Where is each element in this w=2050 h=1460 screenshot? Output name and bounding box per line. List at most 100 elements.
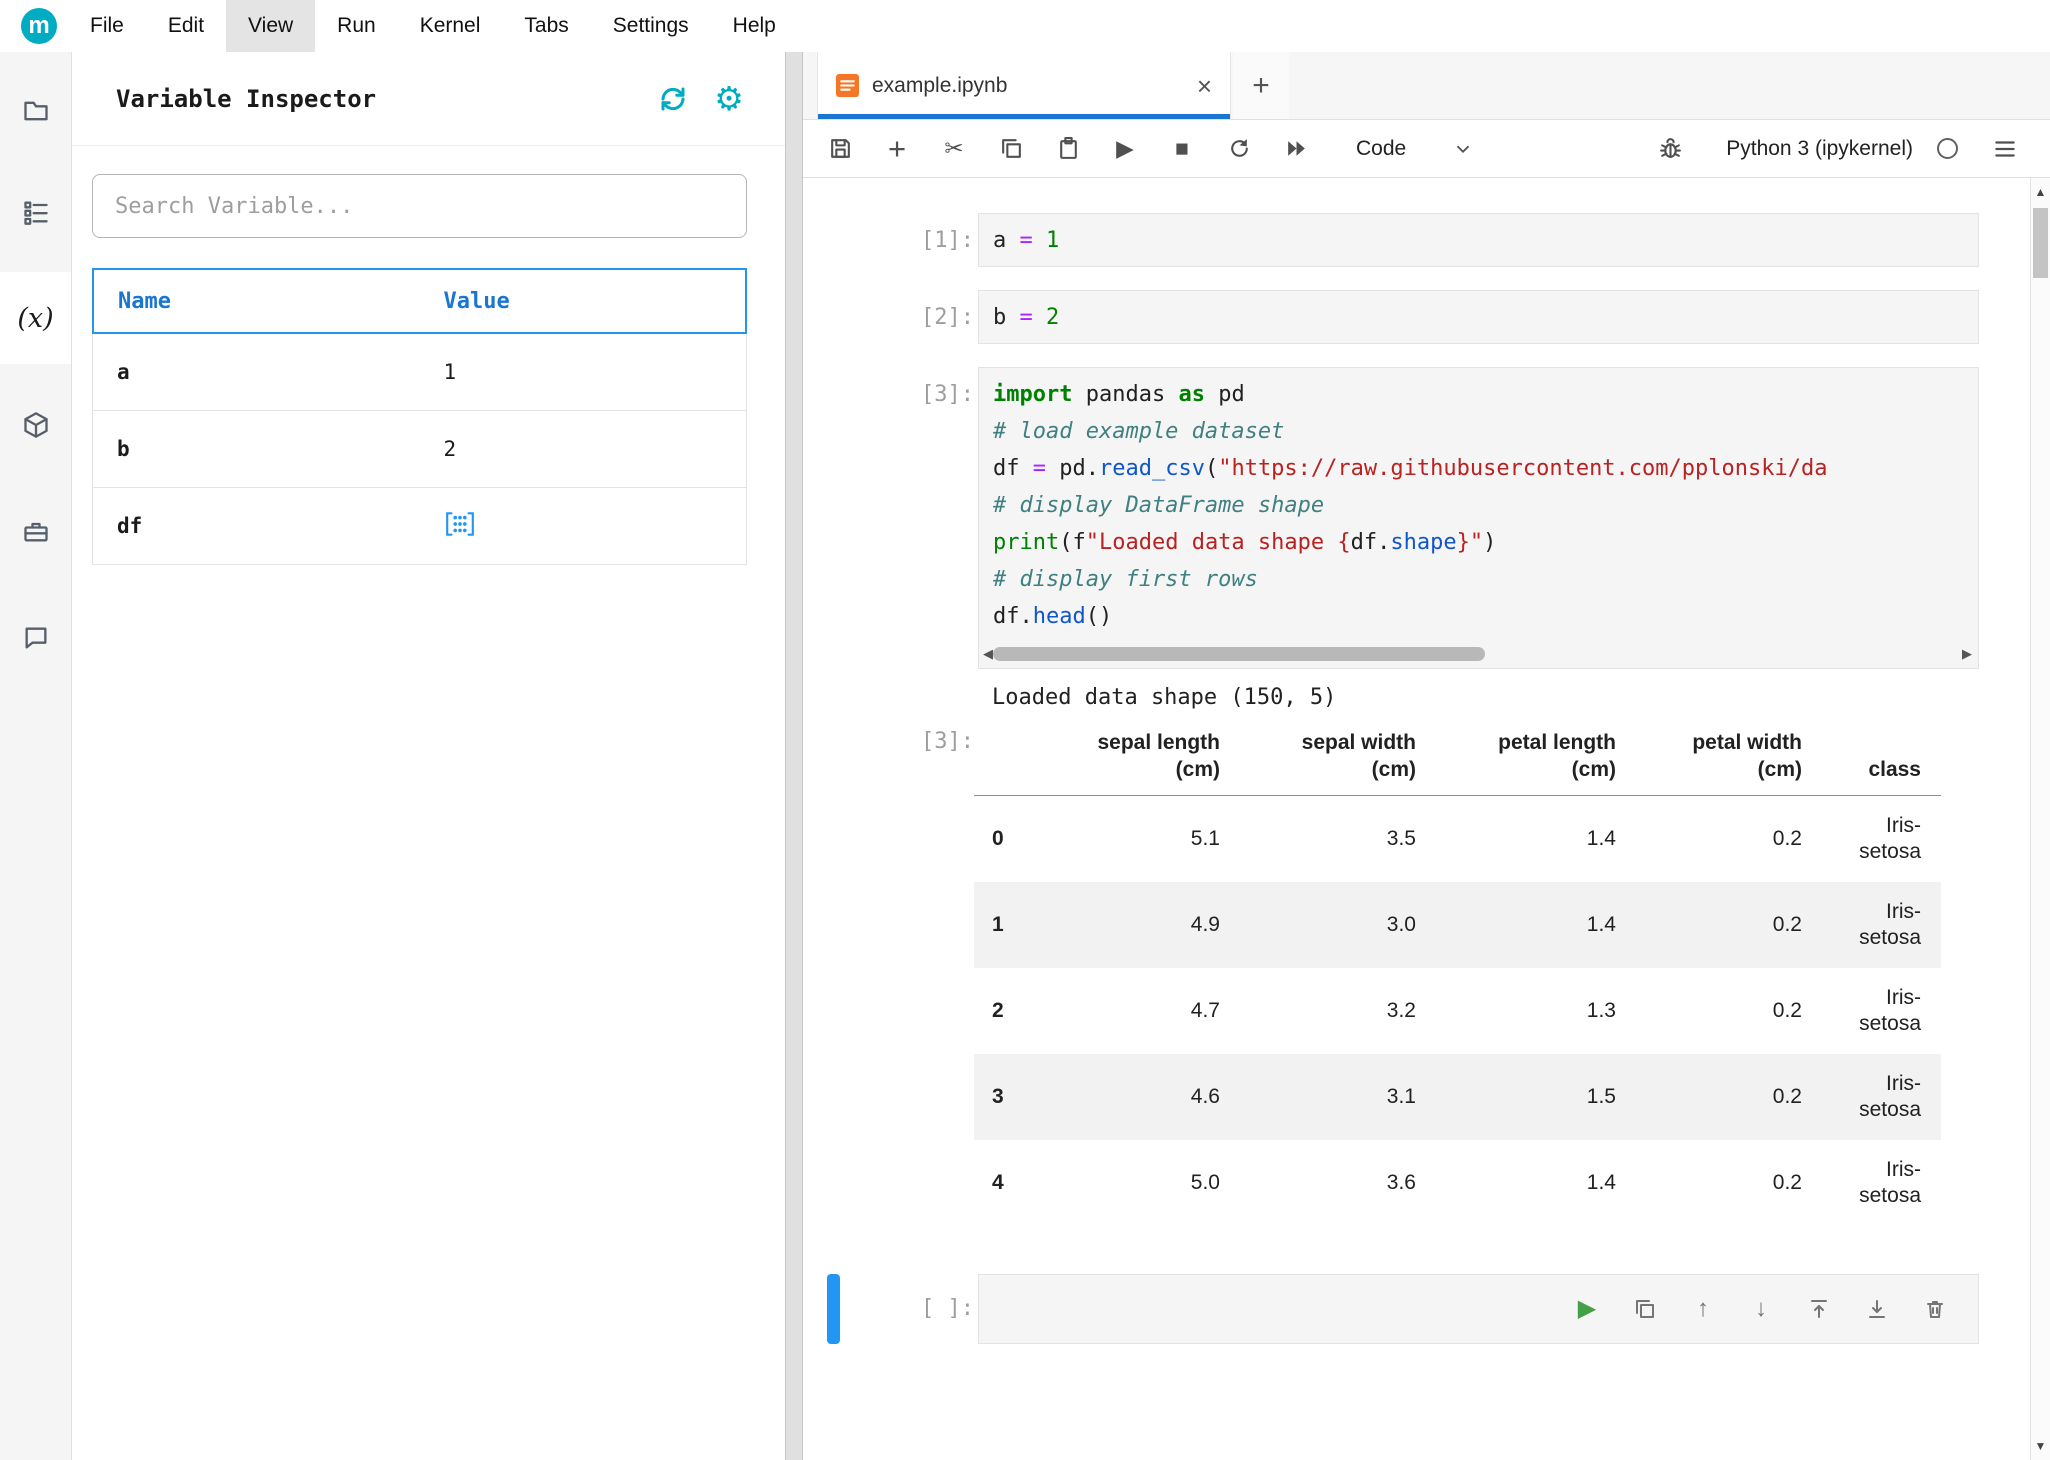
toolbar-menu-button[interactable] <box>1982 126 2028 172</box>
empty-code-cell[interactable]: ▶ ↑ ↓ <box>978 1274 1979 1344</box>
variable-name: b <box>117 437 130 461</box>
cell-run-button[interactable]: ▶ <box>1570 1292 1604 1326</box>
variable-value: 2 <box>443 437 457 461</box>
panel-resizer[interactable] <box>785 52 803 1460</box>
chat-icon <box>25 627 46 649</box>
down-arrow-icon: ↓ <box>1755 1295 1767 1322</box>
dataframe-row: 3 4.6 3.1 1.5 0.2 Iris-setosa <box>974 1053 1941 1140</box>
activity-variable-inspector[interactable]: (x) <box>0 272 71 364</box>
variable-inspector-panel: Variable Inspector ⚙ Name Value a 1 <box>72 52 785 1460</box>
panel-title: Variable Inspector <box>116 84 377 113</box>
vertical-scroll-thumb[interactable] <box>2033 208 2048 278</box>
code-cell-1[interactable]: a = 1 <box>978 213 1979 267</box>
menu-run[interactable]: Run <box>315 0 398 52</box>
scroll-right-icon[interactable]: ▶ <box>1962 646 1972 662</box>
menu-view[interactable]: View <box>226 0 316 52</box>
menu-settings[interactable]: Settings <box>591 0 711 52</box>
add-icon: + <box>887 131 907 166</box>
scroll-down-icon[interactable]: ▼ <box>2031 1434 2050 1458</box>
save-button[interactable] <box>817 126 863 172</box>
paste-cells-button[interactable] <box>1045 126 1091 172</box>
column-header-value: Value <box>443 288 510 314</box>
variable-table: Name Value a 1 b 2 df <box>92 268 747 565</box>
run-icon: ▶ <box>1116 135 1134 161</box>
activity-running[interactable] <box>0 176 71 248</box>
dataframe-row: 0 5.1 3.5 1.4 0.2 Iris-setosa <box>992 813 1921 863</box>
new-tab-button[interactable]: + <box>1233 52 1289 119</box>
cut-cells-button[interactable]: ✂ <box>931 126 977 172</box>
notebook-toolbar: + ✂ ▶ ■ Code Python 3 (ipykernel) <box>803 120 2050 178</box>
input-prompt: [ ]: <box>921 1296 974 1321</box>
interrupt-kernel-button[interactable]: ■ <box>1159 126 1205 172</box>
kernel-name[interactable]: Python 3 (ipykernel) <box>1726 137 1913 161</box>
stdout-text: Loaded data shape (150, 5) <box>992 685 1337 710</box>
dataframe-row: 2 4.7 3.2 1.3 0.2 Iris-setosa <box>992 985 1921 1035</box>
run-cell-button[interactable]: ▶ <box>1102 126 1148 172</box>
column-header-name: Name <box>118 288 171 314</box>
menu-help[interactable]: Help <box>711 0 798 52</box>
insert-cell-button[interactable]: + <box>874 126 920 172</box>
menu-file[interactable]: File <box>68 0 146 52</box>
restart-kernel-button[interactable] <box>1216 126 1262 172</box>
duplicate-icon <box>1636 1300 1654 1318</box>
paste-icon <box>1059 137 1077 159</box>
dataframe-row: 1 4.9 3.0 1.4 0.2 Iris-setosa <box>974 881 1941 968</box>
close-tab-icon[interactable]: × <box>1197 73 1212 99</box>
dataframe-body: 0 5.1 3.5 1.4 0.2 Iris-setosa 1 4.9 3.0 1.4 0.2 Iri… <box>974 796 1941 1226</box>
bug-icon <box>1659 138 1681 158</box>
activity-bar: (x) <box>0 52 72 1460</box>
scroll-up-icon[interactable]: ▲ <box>2031 180 2050 204</box>
insert-cell-below-button[interactable] <box>1860 1292 1894 1326</box>
variable-value: 1 <box>443 360 457 384</box>
cell-move-up-button[interactable]: ↑ <box>1686 1292 1720 1326</box>
activity-toolbox[interactable] <box>0 495 71 567</box>
cell-duplicate-button[interactable] <box>1628 1292 1662 1326</box>
delete-cell-button[interactable] <box>1918 1292 1952 1326</box>
menu-bar: m File Edit View Run Kernel Tabs Setting… <box>0 0 2050 52</box>
app-logo: m <box>10 0 68 52</box>
run-all-cells-button[interactable] <box>1273 126 1319 172</box>
mercury-logo-icon: m <box>21 8 57 44</box>
dataframe-row: 4 5.0 3.6 1.4 0.2 Iris-setosa <box>992 1157 1921 1207</box>
code-cell-2[interactable]: b = 2 <box>978 290 1979 344</box>
menu-edit[interactable]: Edit <box>146 0 226 52</box>
cell-type-value: Code <box>1356 136 1407 160</box>
folder-icon <box>23 101 48 121</box>
panel-header: Variable Inspector ⚙ <box>72 52 785 146</box>
variable-row: b 2 <box>92 411 747 488</box>
menu-tabs[interactable]: Tabs <box>502 0 590 52</box>
toolbox-icon <box>23 522 48 542</box>
vertical-scrollbar[interactable]: ▲ ▼ <box>2030 178 2050 1460</box>
stop-icon: ■ <box>1175 135 1189 161</box>
toolbar-right: Python 3 (ipykernel) <box>1647 126 2028 172</box>
activity-extensions[interactable] <box>0 389 71 461</box>
menu-kernel[interactable]: Kernel <box>398 0 503 52</box>
debugger-button[interactable] <box>1647 126 1693 172</box>
kernel-status-icon <box>1937 138 1958 159</box>
cell-move-down-button[interactable]: ↓ <box>1744 1292 1778 1326</box>
chevron-down-icon <box>1457 145 1470 153</box>
scroll-left-icon[interactable]: ◀ <box>983 646 993 662</box>
cell-type-dropdown[interactable]: Code <box>1356 137 1474 161</box>
search-variable-input[interactable] <box>92 174 747 238</box>
horizontal-scrollbar[interactable]: ◀ ▶ <box>979 640 1978 668</box>
variable-row: a 1 <box>92 334 747 411</box>
dataframe-grid-icon[interactable] <box>444 510 476 538</box>
variable-name: a <box>117 360 130 384</box>
insert-cell-above-icon <box>1811 1300 1827 1318</box>
insert-cell-above-button[interactable] <box>1802 1292 1836 1326</box>
cube-icon <box>23 412 48 438</box>
main-area: example.ipynb × + + ✂ ▶ ■ Code Python 3 … <box>803 52 2050 1460</box>
activity-files[interactable] <box>0 75 71 147</box>
refresh-button[interactable] <box>653 79 693 119</box>
insert-cell-below-icon <box>1869 1300 1885 1318</box>
settings-button[interactable]: ⚙ <box>709 79 749 119</box>
restart-icon <box>1230 139 1248 157</box>
copy-cells-button[interactable] <box>988 126 1034 172</box>
tab-example-ipynb[interactable]: example.ipynb × <box>817 52 1231 119</box>
horizontal-scroll-thumb[interactable] <box>993 647 1485 661</box>
tab-bar: example.ipynb × + <box>803 52 2050 120</box>
variable-value-icon-cell <box>420 510 747 543</box>
code-cell-3[interactable]: import pandas as pd # load example datase… <box>978 367 1979 669</box>
activity-chat[interactable] <box>0 602 71 674</box>
